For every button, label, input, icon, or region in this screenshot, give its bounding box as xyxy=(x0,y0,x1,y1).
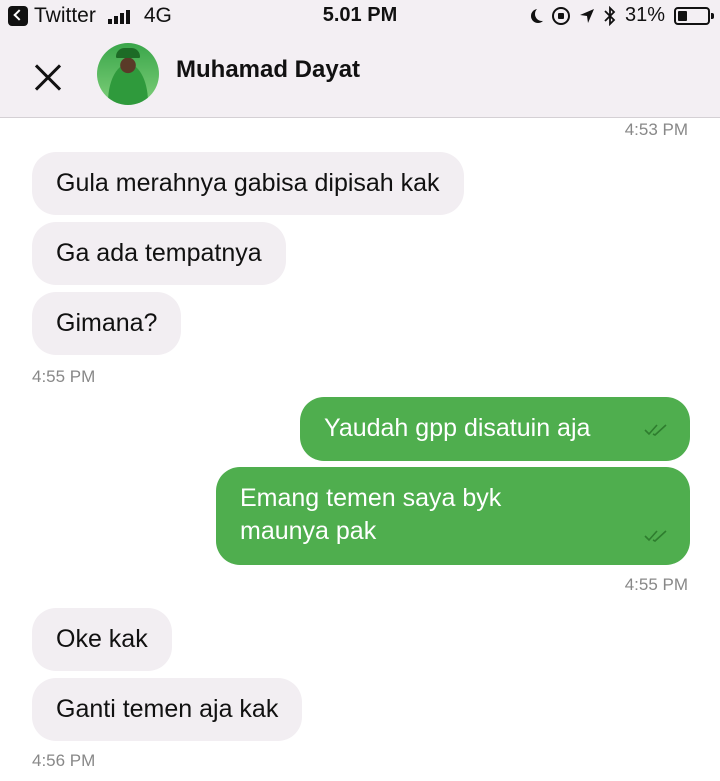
chat-screen: Twitter 4G 5.01 PM 31% Muhamad Dayat 4:5… xyxy=(0,0,720,781)
outgoing-message[interactable]: Yaudah gpp disatuin aja xyxy=(300,397,690,461)
status-right: 31% xyxy=(529,4,714,27)
incoming-message[interactable]: Gula merahnya gabisa dipisah kak xyxy=(32,152,464,215)
network-type: 4G xyxy=(143,4,172,27)
message-timestamp: 4:55 PM xyxy=(32,367,96,386)
message-timestamp: 4:55 PM xyxy=(624,575,688,594)
back-to-app-icon[interactable] xyxy=(8,6,28,26)
do-not-disturb-icon xyxy=(535,7,549,21)
incoming-message[interactable]: Ganti temen aja kak xyxy=(32,678,303,741)
read-ticks-icon xyxy=(644,423,668,437)
outgoing-message-line: Emang temen saya byk xyxy=(240,484,502,512)
bluetooth-icon xyxy=(604,5,616,26)
battery-percent: 31% xyxy=(624,4,665,26)
status-bar: Twitter 4G 5.01 PM 31% xyxy=(0,0,720,32)
cellular-signal-icon xyxy=(107,8,130,24)
outgoing-message-text: Yaudah gpp disatuin aja xyxy=(324,414,591,442)
outgoing-message[interactable]: Emang temen saya byk maunya pak xyxy=(216,467,690,565)
read-ticks-icon xyxy=(644,529,668,543)
rotation-lock-icon xyxy=(551,6,570,25)
back-app-label[interactable]: Twitter xyxy=(34,4,96,28)
contact-avatar[interactable] xyxy=(97,43,159,105)
location-arrow-icon xyxy=(579,8,594,23)
message-timestamp: 4:56 PM xyxy=(32,751,96,770)
incoming-message[interactable]: Oke kak xyxy=(32,608,172,671)
battery-level-fill xyxy=(678,10,687,21)
close-button[interactable] xyxy=(28,58,68,98)
incoming-message[interactable]: Ga ada tempatnya xyxy=(32,222,286,285)
incoming-message[interactable]: Gimana? xyxy=(32,292,182,355)
message-timestamp: 4:53 PM xyxy=(624,120,688,139)
outgoing-message-line: maunya pak xyxy=(240,517,377,545)
battery-icon xyxy=(674,6,714,25)
contact-name[interactable]: Muhamad Dayat xyxy=(176,56,360,84)
status-left: Twitter 4G xyxy=(8,4,172,28)
chat-header: Muhamad Dayat xyxy=(0,32,720,118)
